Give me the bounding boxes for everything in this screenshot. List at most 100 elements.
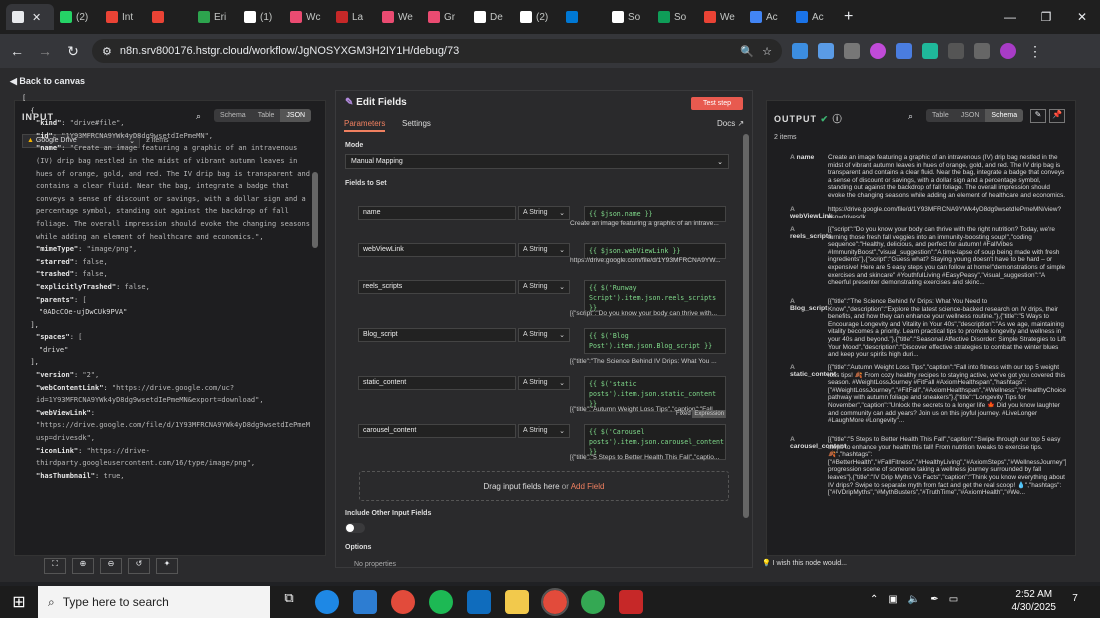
browser-tab[interactable]: We [698, 4, 744, 30]
field-name-input[interactable]: webViewLink [358, 243, 516, 257]
json-value[interactable]: [ [82, 296, 86, 304]
fixed-expression-toggle[interactable]: Fixed Expression [676, 410, 727, 418]
browser-tab[interactable]: De [468, 4, 514, 30]
edge-icon[interactable] [315, 590, 339, 614]
field-name-input[interactable]: name [358, 206, 516, 220]
json-value[interactable]: false, [125, 283, 150, 291]
task-view-icon[interactable]: ⧉ [277, 590, 301, 614]
browser-tab[interactable]: (1) [238, 4, 284, 30]
taskbar-search[interactable]: ⌕ Type here to search [38, 586, 270, 618]
json-value[interactable]: "2", [82, 371, 99, 379]
output-field-value[interactable]: [{"title":"5 Steps to Better Health This… [828, 436, 1066, 497]
json-value[interactable]: false, [82, 258, 107, 266]
browser-tab[interactable]: Gr [422, 4, 468, 30]
browser-tab[interactable] [146, 4, 192, 30]
field-type-select[interactable]: A String ⌄ [518, 376, 570, 390]
site-info-icon[interactable]: ⚙ [102, 45, 112, 58]
url-bar[interactable]: ⚙ n8n.srv800176.hstgr.cloud/workflow/JgN… [92, 39, 782, 63]
field-type-select[interactable]: A String ⌄ [518, 424, 570, 438]
output-field-key[interactable]: A Blog_script [790, 298, 827, 312]
output-field-key[interactable]: A name [790, 154, 826, 161]
store-icon[interactable] [353, 590, 377, 614]
browser-tab[interactable]: (2) [54, 4, 100, 30]
back-to-canvas-link[interactable]: ◀ Back to canvas [10, 76, 85, 87]
puzzle-icon[interactable] [974, 43, 990, 59]
new-tab-icon[interactable]: + [844, 8, 853, 26]
translate-icon[interactable] [896, 43, 912, 59]
json-value[interactable]: "1Y93MFRCNA9YWk4yD8dg9wsetdIePmeMN", [61, 132, 213, 140]
field-name-input[interactable]: carousel_content [358, 424, 516, 438]
browser-tab[interactable] [560, 4, 606, 30]
forward-arrow-icon[interactable]: → [36, 43, 54, 59]
pin-icon[interactable]: 📌 [1049, 109, 1065, 123]
field-type-select[interactable]: A String ⌄ [518, 243, 570, 257]
info-icon[interactable]: ⓘ [833, 114, 843, 124]
chrome-icon[interactable] [541, 588, 569, 616]
search-icon[interactable]: ⌕ [908, 111, 913, 122]
output-field-value[interactable]: [{"script":"Do you know your body can th… [828, 226, 1066, 287]
expression-option[interactable]: Expression [692, 410, 727, 418]
tidy-up-icon[interactable]: ✦ [156, 558, 178, 574]
profile-avatar[interactable] [1000, 43, 1016, 59]
drag-drop-zone[interactable]: Drag input fields here or Add Field [359, 471, 729, 501]
output-field-key[interactable]: A webViewLink [790, 206, 833, 220]
windows-start-icon[interactable]: ⊞ [0, 592, 38, 612]
field-name-input[interactable]: Blog_script [358, 328, 516, 342]
browser-tab[interactable]: Eri [192, 4, 238, 30]
extension-icon[interactable] [948, 43, 964, 59]
json-value[interactable]: "drive#file", [70, 119, 125, 127]
back-arrow-icon[interactable]: ← [8, 43, 26, 59]
chevron-up-icon[interactable]: ⌃ [870, 594, 878, 605]
field-name-input[interactable]: static_content [358, 376, 516, 390]
extension-icon[interactable] [792, 43, 808, 59]
close-window-icon[interactable]: ✕ [1064, 0, 1100, 34]
edit-scrollbar[interactable] [743, 134, 749, 518]
output-field-key[interactable]: A carousel_content [790, 436, 846, 450]
browser-tab[interactable]: We [376, 4, 422, 30]
json-value[interactable]: "Create an image featuring a graphic of … [36, 144, 310, 240]
fit-view-icon[interactable]: ⛶ [44, 558, 66, 574]
feedback-link[interactable]: 💡 I wish this node would... [762, 559, 847, 567]
browser-tab[interactable]: Ac [744, 4, 790, 30]
output-field-value[interactable]: Create an image featuring a graphic of a… [828, 154, 1066, 200]
zoom-in-icon[interactable]: ⊕ [72, 558, 94, 574]
test-step-button[interactable]: Test step [691, 97, 743, 110]
extension-icon[interactable] [844, 43, 860, 59]
json-value[interactable]: false, [82, 270, 107, 278]
extension-icon[interactable] [818, 43, 834, 59]
reset-zoom-icon[interactable]: ↺ [128, 558, 150, 574]
minimize-icon[interactable]: — [992, 0, 1028, 34]
taskbar-clock[interactable]: 2:52 AM 4/30/2025 [1012, 588, 1057, 614]
field-type-select[interactable]: A String ⌄ [518, 280, 570, 294]
field-type-select[interactable]: A String ⌄ [518, 328, 570, 342]
add-field-link[interactable]: Add Field [571, 482, 605, 491]
edit-output-icon[interactable]: ✎ [1030, 109, 1046, 123]
output-field-value[interactable]: https://drive.google.com/file/d/1Y93MFRC… [828, 206, 1066, 218]
browser-tab[interactable]: (2) [514, 4, 560, 30]
json-value[interactable]: "https://drive.google.com/file/d/1Y93MFR… [36, 421, 310, 442]
docs-link[interactable]: Docs ↗ [717, 119, 744, 128]
reload-icon[interactable]: ↻ [64, 43, 82, 60]
browser-tab[interactable]: Wc [284, 4, 330, 30]
bookmark-star-icon[interactable]: ☆ [762, 45, 772, 58]
browser-tab[interactable]: So [652, 4, 698, 30]
include-other-toggle[interactable] [345, 523, 365, 533]
browser-tab[interactable]: Ac [790, 4, 836, 30]
app-icon[interactable] [619, 590, 643, 614]
keyboard-icon[interactable]: ▭ [949, 594, 958, 605]
field-name-input[interactable]: reels_scripts [358, 280, 516, 294]
tab-json[interactable]: JSON [955, 109, 986, 122]
json-value[interactable]: true, [103, 472, 124, 480]
field-value-expression[interactable]: {{ $('Blog Post').item.json.Blog_script … [584, 328, 726, 354]
volume-icon[interactable]: 🔈 [908, 594, 920, 605]
input-scrollbar[interactable] [312, 172, 318, 248]
tab-parameters[interactable]: Parameters [344, 119, 386, 132]
network-icon[interactable]: ▣ [888, 594, 897, 605]
file-explorer-icon[interactable] [505, 590, 529, 614]
json-value[interactable]: [ [78, 333, 82, 341]
browser-tab[interactable]: Int [100, 4, 146, 30]
outlook-icon[interactable] [467, 590, 491, 614]
fixed-option[interactable]: Fixed [676, 411, 691, 417]
tab-schema[interactable]: Schema [985, 109, 1024, 122]
zoom-out-icon[interactable]: ⊖ [100, 558, 122, 574]
